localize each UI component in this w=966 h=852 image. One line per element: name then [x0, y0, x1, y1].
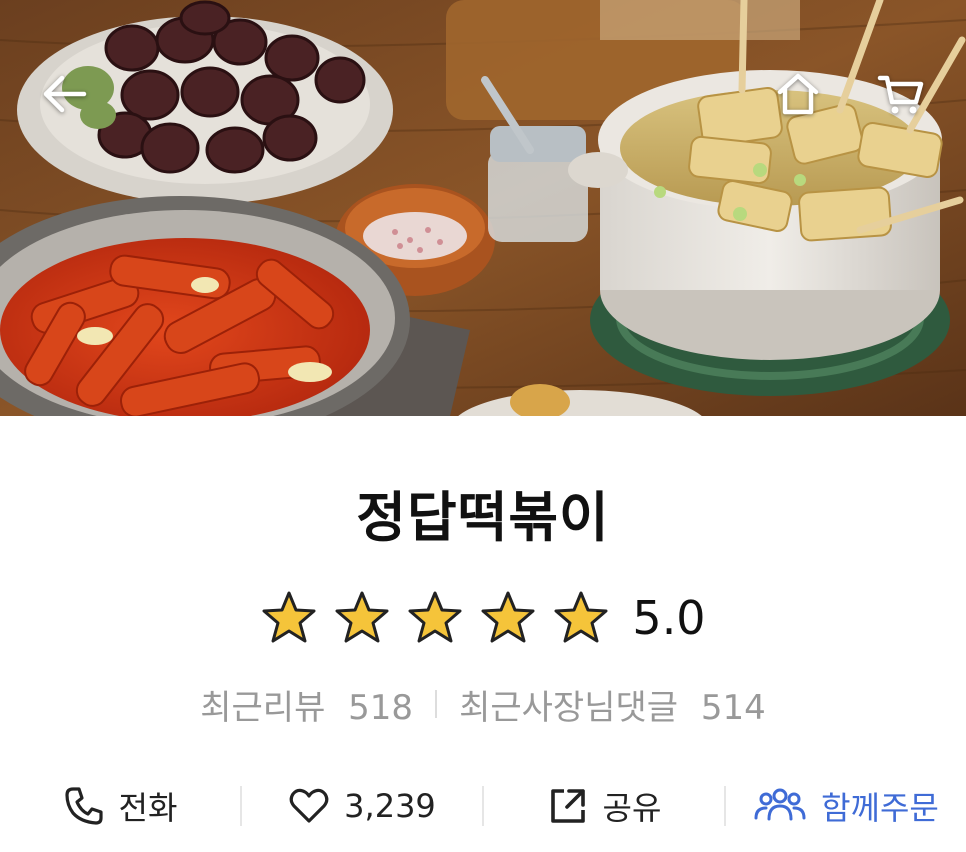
back-button[interactable] [32, 62, 96, 126]
cart-icon [877, 75, 924, 114]
call-label: 전화 [118, 789, 178, 827]
home-button[interactable] [766, 62, 830, 126]
review-stats: 최근리뷰 518 최근사장님댓글 514 [0, 676, 966, 732]
store-detail-screen: 정답떡볶이 5.0 최근리뷰 518 최근사장님댓글 514 전화 3,239 … [0, 0, 966, 852]
like-count: 3,239 [344, 787, 436, 825]
action-bar: 전화 3,239 공유 함께주문 [0, 770, 966, 842]
arrow-left-icon [43, 75, 87, 113]
cart-button[interactable] [870, 62, 934, 126]
star-icon [481, 591, 535, 643]
rating-score: 5.0 [632, 591, 706, 645]
group-icon [754, 788, 806, 821]
store-name: 정답떡볶이 [356, 486, 610, 549]
store-hero-image [0, 0, 966, 416]
star-icon [335, 591, 389, 643]
heart-icon [289, 788, 329, 823]
group-order-button[interactable]: 함께주문 [726, 770, 966, 842]
like-button[interactable]: 3,239 [242, 770, 482, 842]
review-divider [435, 690, 438, 718]
star-icon [408, 591, 462, 643]
recent-reviews-count: 518 [348, 687, 414, 728]
rating-stars [260, 590, 610, 646]
owner-comments[interactable]: 최근사장님댓글 514 [459, 680, 766, 729]
star-icon [262, 591, 316, 643]
share-label: 공유 [602, 789, 662, 827]
recent-reviews[interactable]: 최근리뷰 518 [200, 680, 413, 729]
recent-reviews-label: 최근리뷰 [200, 687, 326, 728]
share-icon [550, 789, 585, 823]
phone-icon [64, 787, 103, 825]
share-button[interactable]: 공유 [484, 770, 724, 842]
call-button[interactable]: 전화 [0, 770, 240, 842]
home-icon [777, 73, 819, 115]
group-order-label: 함께주문 [821, 789, 939, 827]
owner-comments-label: 최근사장님댓글 [459, 687, 679, 728]
owner-comments-count: 514 [700, 687, 766, 728]
star-icon [554, 591, 608, 643]
rating-row: 5.0 [0, 586, 966, 650]
